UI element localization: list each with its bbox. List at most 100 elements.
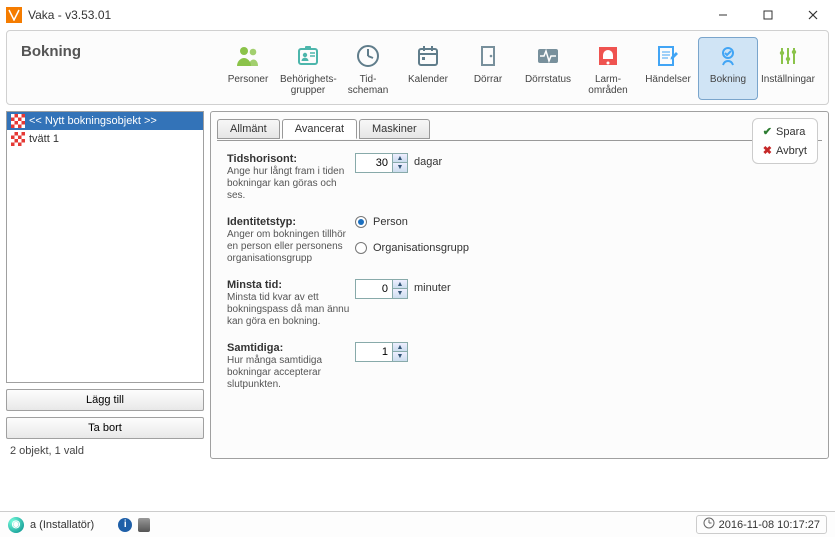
toolbar-behorighet[interactable]: Behörighets-grupper [278,37,338,100]
calendar-icon [400,41,456,71]
maximize-button[interactable] [745,1,790,29]
list-item-label: << Nytt bokningsobjekt >> [29,115,157,127]
list-item[interactable]: << Nytt bokningsobjekt >> [7,112,203,130]
row-tidshorisont: Tidshorisont: Ange hur långt fram i tide… [227,153,812,202]
left-panel: << Nytt bokningsobjekt >> tvätt 1 Lägg ti… [6,111,204,459]
radio-org-label: Organisationsgrupp [373,242,469,254]
tidshorisont-title: Tidshorisont: [227,153,297,165]
radio-person[interactable]: Person [355,216,408,228]
save-button[interactable]: ✔ Spara [759,123,811,140]
page-title: Bokning [17,37,218,60]
tidshorisont-unit: dagar [414,153,442,168]
toolbar-label: Händelser [640,74,696,96]
tab-body-avancerat: Tidshorisont: Ange hur långt fram i tide… [217,140,822,435]
statusbar: ◉ a (Installatör) i 2016-11-08 10:17:27 [0,511,835,537]
samtidiga-spinner[interactable]: ▲▼ [355,342,408,362]
toolbar-area: Bokning PersonerBehörighets-grupperTid-s… [6,30,829,105]
add-button[interactable]: Lägg till [6,389,204,411]
object-list[interactable]: << Nytt bokningsobjekt >> tvätt 1 [6,111,204,383]
alarm-icon [580,41,636,71]
toolbar-personer[interactable]: Personer [218,37,278,100]
clock-icon [703,517,715,532]
tidshorisont-spinner[interactable]: ▲▼ [355,153,408,173]
sliders-icon [760,41,816,71]
list-item[interactable]: tvätt 1 [7,130,203,148]
minsta-tid-spinner[interactable]: ▲▼ [355,279,408,299]
window-title: Vaka - v3.53.01 [28,8,700,22]
minimize-button[interactable] [700,1,745,29]
radio-organisationsgrupp[interactable]: Organisationsgrupp [355,242,469,254]
statusbar-clock: 2016-11-08 10:17:27 [696,515,827,534]
app-icon [6,7,22,23]
user-status-icon[interactable]: ◉ [8,517,24,533]
cancel-label: Avbryt [776,145,807,157]
spin-up-icon[interactable]: ▲ [393,280,407,289]
list-item-label: tvätt 1 [29,133,59,145]
row-samtidiga: Samtidiga: Hur många samtidiga bokningar… [227,342,812,391]
toolbar-kalender[interactable]: Kalender [398,37,458,100]
info-icon[interactable]: i [118,518,132,532]
save-label: Spara [776,126,805,138]
object-icon [11,132,25,146]
people-icon [220,41,276,71]
row-identitetstyp: Identitetstyp: Anger om bokningen tillhö… [227,216,812,265]
booking-icon [700,41,756,71]
list-status: 2 objekt, 1 vald [6,443,204,459]
device-icon[interactable] [138,518,150,532]
clock-icon [340,41,396,71]
toolbar-larm[interactable]: Larm-områden [578,37,638,100]
tab-allmant[interactable]: Allmänt [217,119,280,139]
minsta-tid-unit: minuter [414,279,451,294]
toolbar-label: Dörrstatus [520,74,576,96]
toolbar-label: Inställningar [760,74,816,96]
toolbar-label: Larm-områden [580,74,636,96]
spin-down-icon[interactable]: ▼ [393,163,407,172]
toolbar-label: Bokning [700,74,756,96]
minsta-tid-title: Minsta tid: [227,279,282,291]
toolbar-label: Behörighets-grupper [280,74,336,96]
toolbar-label: Tid-scheman [340,74,396,96]
radio-dot-icon [355,216,367,228]
check-icon: ✔ [763,125,772,138]
spin-up-icon[interactable]: ▲ [393,154,407,163]
minsta-tid-input[interactable] [356,280,392,298]
toolbar-label: Kalender [400,74,456,96]
samtidiga-desc: Hur många samtidiga bokningar accepterar… [227,355,355,391]
spin-down-icon[interactable]: ▼ [393,352,407,361]
door-icon [460,41,516,71]
toolbar-dorrstatus[interactable]: Dörrstatus [518,37,578,100]
radio-person-label: Person [373,216,408,228]
spin-up-icon[interactable]: ▲ [393,343,407,352]
spin-down-icon[interactable]: ▼ [393,289,407,298]
identitetstyp-title: Identitetstyp: [227,216,296,228]
id-badge-icon [280,41,336,71]
action-box: ✔ Spara ✖ Avbryt [752,118,818,164]
identitetstyp-desc: Anger om bokningen tillhör en person ell… [227,229,355,265]
cross-icon: ✖ [763,144,772,157]
toolbar-bokning[interactable]: Bokning [698,37,758,100]
row-minsta-tid: Minsta tid: Minsta tid kvar av ett bokni… [227,279,812,328]
toolbar-label: Personer [220,74,276,96]
tidshorisont-input[interactable] [356,154,392,172]
toolbar-handelser[interactable]: Händelser [638,37,698,100]
samtidiga-input[interactable] [356,343,392,361]
edit-icon [640,41,696,71]
tab-maskiner[interactable]: Maskiner [359,119,430,139]
pulse-icon [520,41,576,71]
toolbar-label: Dörrar [460,74,516,96]
toolbar-installningar[interactable]: Inställningar [758,37,818,100]
tidshorisont-desc: Ange hur långt fram i tiden bokningar ka… [227,166,355,202]
tab-avancerat[interactable]: Avancerat [282,119,357,139]
cancel-button[interactable]: ✖ Avbryt [759,142,811,159]
titlebar: Vaka - v3.53.01 [0,0,835,30]
statusbar-datetime: 2016-11-08 10:17:27 [719,519,820,531]
samtidiga-title: Samtidiga: [227,342,283,354]
radio-dot-icon [355,242,367,254]
right-panel: ✔ Spara ✖ Avbryt AllmäntAvanceratMaskine… [210,111,829,459]
toolbar-tidscheman[interactable]: Tid-scheman [338,37,398,100]
close-button[interactable] [790,1,835,29]
toolbar-dorrar[interactable]: Dörrar [458,37,518,100]
statusbar-user: a (Installatör) [30,519,94,531]
remove-button[interactable]: Ta bort [6,417,204,439]
object-icon [11,114,25,128]
